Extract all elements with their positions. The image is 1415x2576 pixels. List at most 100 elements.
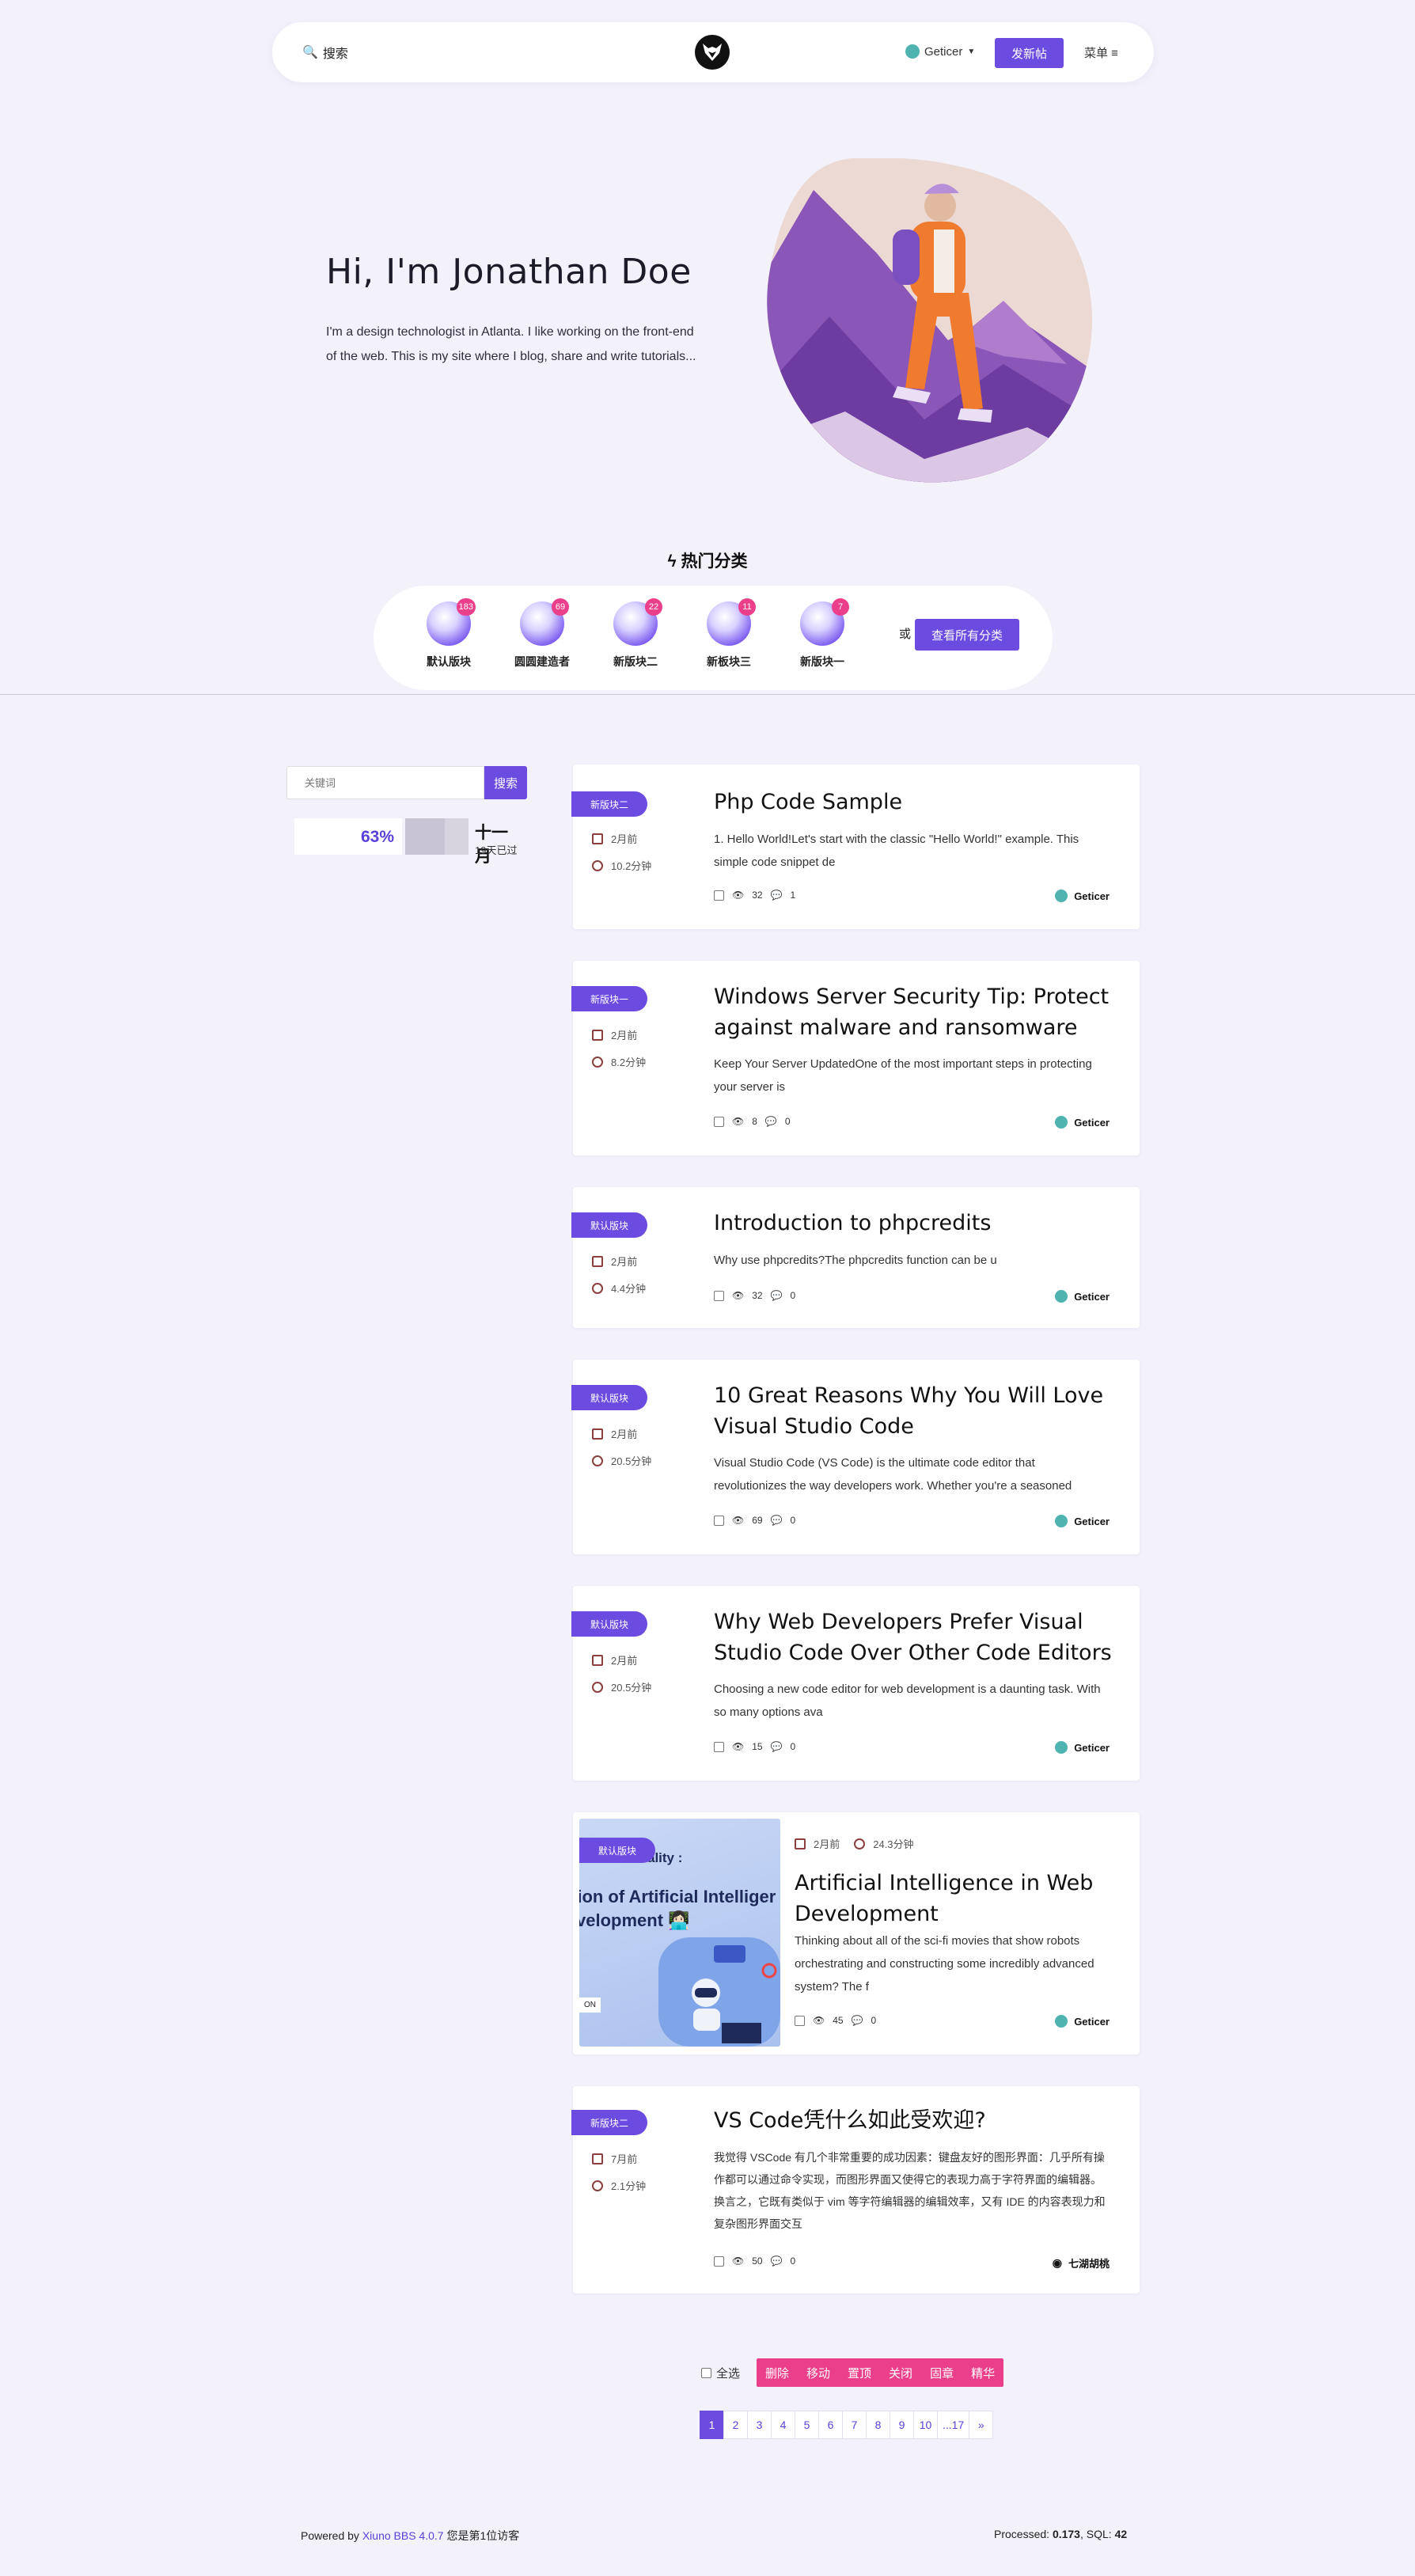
comment-count: 0 xyxy=(790,1290,796,1301)
new-post-button[interactable]: 发新帖 xyxy=(995,38,1064,68)
eye-icon: 👁 xyxy=(732,1741,745,1752)
thread-author[interactable]: Geticer xyxy=(1055,1741,1110,1754)
xiuno-link[interactable]: Xiuno BBS 4.0.7 xyxy=(362,2529,444,2542)
thread-date: 2月前 xyxy=(592,1652,637,1667)
thread-card[interactable]: 新版块一 2月前 8.2分钟 Windows Server Security T… xyxy=(571,961,1140,1155)
thread-date: 2月前 xyxy=(592,831,637,846)
page-link[interactable]: 3 xyxy=(747,2411,772,2439)
count-badge: 183 xyxy=(456,598,476,616)
thread-title[interactable]: Artificial Intelligence in Web Developme… xyxy=(795,1868,1119,1929)
logo-icon xyxy=(703,44,722,61)
thread-author[interactable]: Geticer xyxy=(1055,890,1110,902)
thread-title[interactable]: Windows Server Security Tip: Protect aga… xyxy=(714,981,1117,1043)
thread-title[interactable]: Php Code Sample xyxy=(714,787,1117,818)
author-name: Geticer xyxy=(1074,1515,1110,1527)
thread-title[interactable]: 10 Great Reasons Why You Will Love Visua… xyxy=(714,1380,1117,1442)
page-link[interactable]: 5 xyxy=(795,2411,819,2439)
date-text: 2月前 xyxy=(814,1838,840,1850)
avatar xyxy=(1055,890,1068,902)
page-link[interactable]: 8 xyxy=(866,2411,890,2439)
hero-illustration xyxy=(766,158,1100,491)
select-checkbox[interactable] xyxy=(714,890,724,901)
category-tag[interactable]: 新版块二 xyxy=(571,2110,647,2135)
thread-excerpt: Choosing a new code editor for web devel… xyxy=(714,1683,1101,1719)
select-all-checkbox[interactable] xyxy=(701,2368,711,2378)
page-link[interactable]: 1 xyxy=(700,2411,724,2439)
all-categories-button[interactable]: 查看所有分类 xyxy=(915,619,1019,651)
hot-categories-panel: 183 默认版块 69 圆圆建造者 22 新版块二 11 新板块三 7 新版块一… xyxy=(374,586,1053,690)
thread-author[interactable]: Geticer xyxy=(1055,1116,1110,1129)
select-checkbox[interactable] xyxy=(714,1116,724,1127)
read-time-text: 20.5分钟 xyxy=(611,1455,652,1467)
thread-title[interactable]: VS Code凭什么如此受欢迎? xyxy=(714,2105,1117,2136)
category-item[interactable]: 22 新版块二 xyxy=(600,598,671,670)
view-count: 45 xyxy=(833,2015,844,2026)
page-link[interactable]: 4 xyxy=(771,2411,795,2439)
page-link[interactable]: 2 xyxy=(723,2411,748,2439)
move-button[interactable]: 移动 xyxy=(798,2358,839,2387)
keyword-search-button[interactable]: 搜索 xyxy=(484,766,527,799)
next-page-link[interactable]: » xyxy=(969,2411,994,2439)
category-item[interactable]: 183 默认版块 xyxy=(413,598,484,670)
eye-icon: 👁 xyxy=(813,2015,825,2026)
category-name: 新板块三 xyxy=(707,655,751,668)
thread-card[interactable]: 新版块二 2月前 10.2分钟 Php Code Sample 1. Hello… xyxy=(571,764,1140,929)
select-checkbox[interactable] xyxy=(714,1290,724,1301)
thread-author[interactable]: Geticer xyxy=(1055,2015,1110,2028)
thread-card[interactable]: 默认版块 2月前 4.4分钟 Introduction to phpcredit… xyxy=(571,1187,1140,1328)
page-link[interactable]: 10 xyxy=(913,2411,938,2439)
thread-card[interactable]: 默认版块 2月前 20.5分钟 10 Great Reasons Why You… xyxy=(571,1360,1140,1554)
select-checkbox[interactable] xyxy=(714,1515,724,1526)
category-tag[interactable]: 默认版块 xyxy=(571,1385,647,1410)
digest-button[interactable]: 精华 xyxy=(962,2358,1003,2387)
view-count: 8 xyxy=(752,1116,757,1127)
select-checkbox[interactable] xyxy=(714,1741,724,1752)
search-link[interactable]: 🔍 搜索 xyxy=(302,43,348,62)
thread-author[interactable]: Geticer xyxy=(1055,1290,1110,1303)
page-link[interactable]: 6 xyxy=(818,2411,843,2439)
category-tag[interactable]: 新版块二 xyxy=(571,791,647,817)
avatar xyxy=(1055,1290,1068,1303)
pagination: 1 2 3 4 5 6 7 8 9 10 ...17 » xyxy=(700,2411,994,2439)
menu-button[interactable]: 菜单 ≡ xyxy=(1084,44,1118,61)
thread-card[interactable]: 默认版块 2月前 20.5分钟 Why Web Developers Prefe… xyxy=(571,1586,1140,1781)
category-tag[interactable]: 默认版块 xyxy=(571,1611,647,1637)
date-text: 2月前 xyxy=(611,833,638,845)
calendar-icon xyxy=(795,1838,806,1849)
thread-author[interactable]: Geticer xyxy=(1055,1515,1110,1527)
caret-down-icon: ▼ xyxy=(967,47,976,56)
count-badge: 22 xyxy=(645,598,662,616)
select-checkbox[interactable] xyxy=(795,2015,805,2026)
category-tag[interactable]: 默认版块 xyxy=(579,1838,655,1863)
thread-date: 2月前 xyxy=(592,1254,637,1269)
page-link[interactable]: 7 xyxy=(842,2411,867,2439)
calendar-icon xyxy=(592,1029,603,1041)
comment-count: 0 xyxy=(784,1116,791,1127)
thread-footer: 👁 50 💬 0 xyxy=(714,2255,795,2267)
category-item[interactable]: 7 新版块一 xyxy=(787,598,858,670)
user-dropdown[interactable]: Geticer ▼ xyxy=(905,44,975,59)
select-checkbox[interactable] xyxy=(714,2255,724,2267)
site-logo[interactable] xyxy=(695,35,730,70)
category-item[interactable]: 11 新板块三 xyxy=(693,598,764,670)
category-item[interactable]: 69 圆圆建造者 xyxy=(506,598,578,670)
category-tag[interactable]: 新版块一 xyxy=(571,986,647,1011)
thread-title[interactable]: Introduction to phpcredits xyxy=(714,1208,1117,1239)
page-link[interactable]: 9 xyxy=(890,2411,914,2439)
category-tag[interactable]: 默认版块 xyxy=(571,1212,647,1238)
thread-card[interactable]: 新版块二 7月前 2.1分钟 VS Code凭什么如此受欢迎? 我觉得 VSCo… xyxy=(571,2086,1140,2293)
stamp-button[interactable]: 固章 xyxy=(921,2358,962,2387)
thread-card[interactable]: ality : tion of Artificial Intelliger ve… xyxy=(573,1812,1140,2054)
author-name: Geticer xyxy=(1074,1741,1110,1754)
delete-button[interactable]: 删除 xyxy=(757,2358,798,2387)
count-badge: 7 xyxy=(832,598,849,616)
keyword-search-input[interactable] xyxy=(286,766,484,799)
visitor-text: 您是第1位访客 xyxy=(443,2529,520,2542)
close-button[interactable]: 关闭 xyxy=(880,2358,921,2387)
date-text: 7月前 xyxy=(611,2153,638,2165)
thread-author[interactable]: ◉ 七湖胡桃 xyxy=(1053,2255,1110,2271)
thread-title[interactable]: Why Web Developers Prefer Visual Studio … xyxy=(714,1607,1117,1668)
page-link-last[interactable]: ...17 xyxy=(937,2411,970,2439)
select-all[interactable]: 全选 xyxy=(701,2365,740,2381)
pin-button[interactable]: 置顶 xyxy=(839,2358,880,2387)
